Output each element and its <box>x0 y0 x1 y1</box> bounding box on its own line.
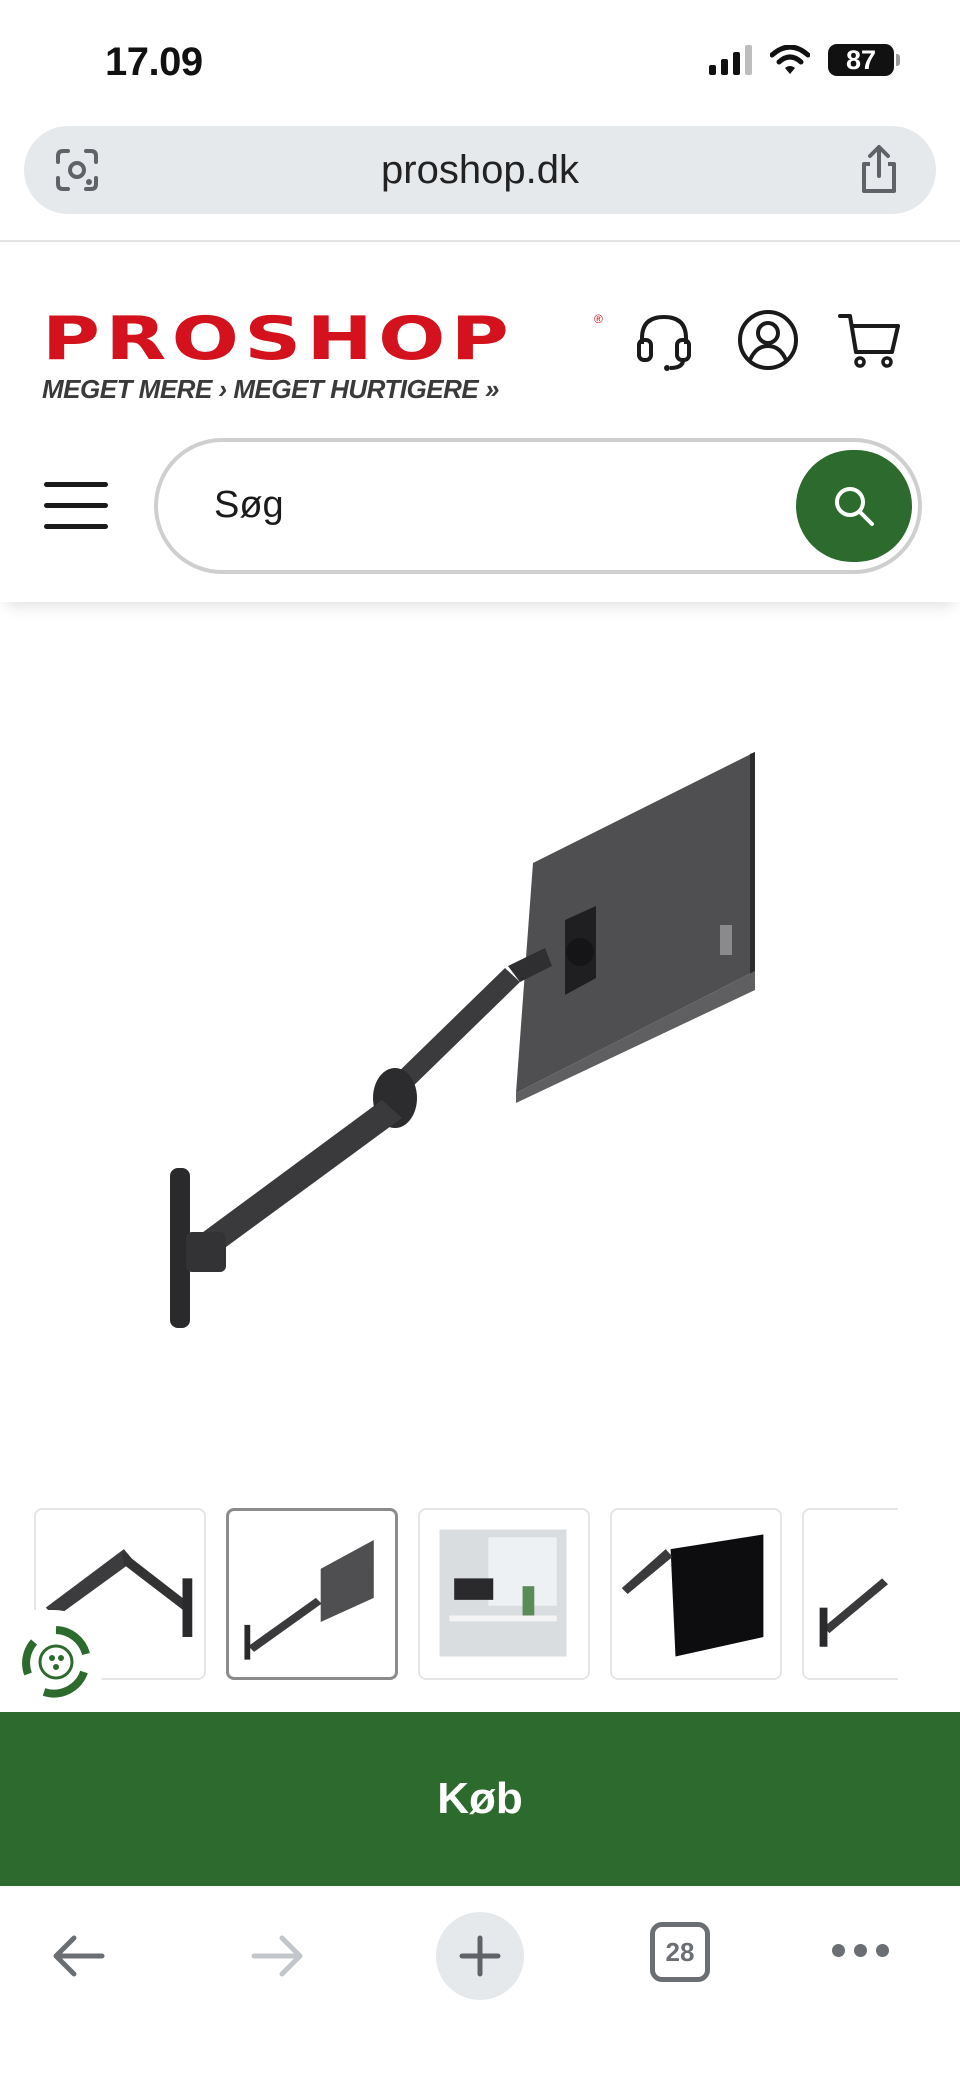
monitor-wall-arm-image[interactable] <box>120 720 820 1340</box>
battery-level: 87 <box>845 44 877 75</box>
cellular-signal-icon <box>709 45 752 75</box>
battery-icon: 87 <box>828 44 900 76</box>
wifi-icon <box>770 45 810 74</box>
hamburger-icon[interactable] <box>44 482 108 530</box>
tab-count: 28 <box>665 1936 695 1967</box>
tab-switcher-button[interactable]: 28 <box>650 1922 710 1982</box>
thumb-arm-black-monitor[interactable] <box>610 1508 782 1680</box>
browser-toolbar: 28 <box>0 1886 960 2078</box>
logo-registered-mark: ® <box>594 312 603 326</box>
status-bar: 17.09 87 <box>0 0 960 120</box>
arrow-right-icon[interactable] <box>246 1924 310 1988</box>
proshop-logo[interactable]: PROSHOP ® MEGET MERE › MEGET HURTIGERE » <box>42 309 603 405</box>
logo-tagline: MEGET MERE › MEGET HURTIGERE » <box>42 374 499 404</box>
url-text[interactable]: proshop.dk <box>24 148 936 193</box>
thumb-arm-partial[interactable] <box>802 1508 898 1680</box>
thumb-room-scene[interactable] <box>418 1508 590 1680</box>
headset-icon[interactable] <box>632 308 696 372</box>
status-time: 17.09 <box>105 40 203 84</box>
buy-button[interactable]: Køb <box>0 1712 960 1886</box>
more-dots-icon[interactable] <box>832 1944 889 1957</box>
search-input[interactable]: Søg <box>154 438 922 574</box>
search-button[interactable] <box>796 450 912 562</box>
plus-icon <box>459 1935 501 1977</box>
user-icon[interactable] <box>736 308 800 372</box>
address-bar[interactable]: proshop.dk <box>24 126 936 214</box>
buy-button-label: Køb <box>437 1774 523 1823</box>
thumbnail-strip <box>34 1508 898 1682</box>
thumb-arm-with-monitor[interactable] <box>226 1508 398 1680</box>
search-icon <box>835 487 874 526</box>
new-tab-button[interactable] <box>436 1912 524 2000</box>
logo-wordmark: PROSHOP <box>42 304 515 374</box>
site-header: PROSHOP ® MEGET MERE › MEGET HURTIGERE »… <box>0 242 960 602</box>
status-icons: 87 <box>709 44 900 76</box>
search-placeholder: Søg <box>214 484 284 526</box>
share-icon[interactable] <box>856 144 902 196</box>
eco-recycle-icon <box>22 1626 90 1698</box>
arrow-left-icon[interactable] <box>46 1924 110 1988</box>
cart-icon[interactable] <box>838 308 902 372</box>
eco-badge[interactable] <box>0 1610 104 1714</box>
